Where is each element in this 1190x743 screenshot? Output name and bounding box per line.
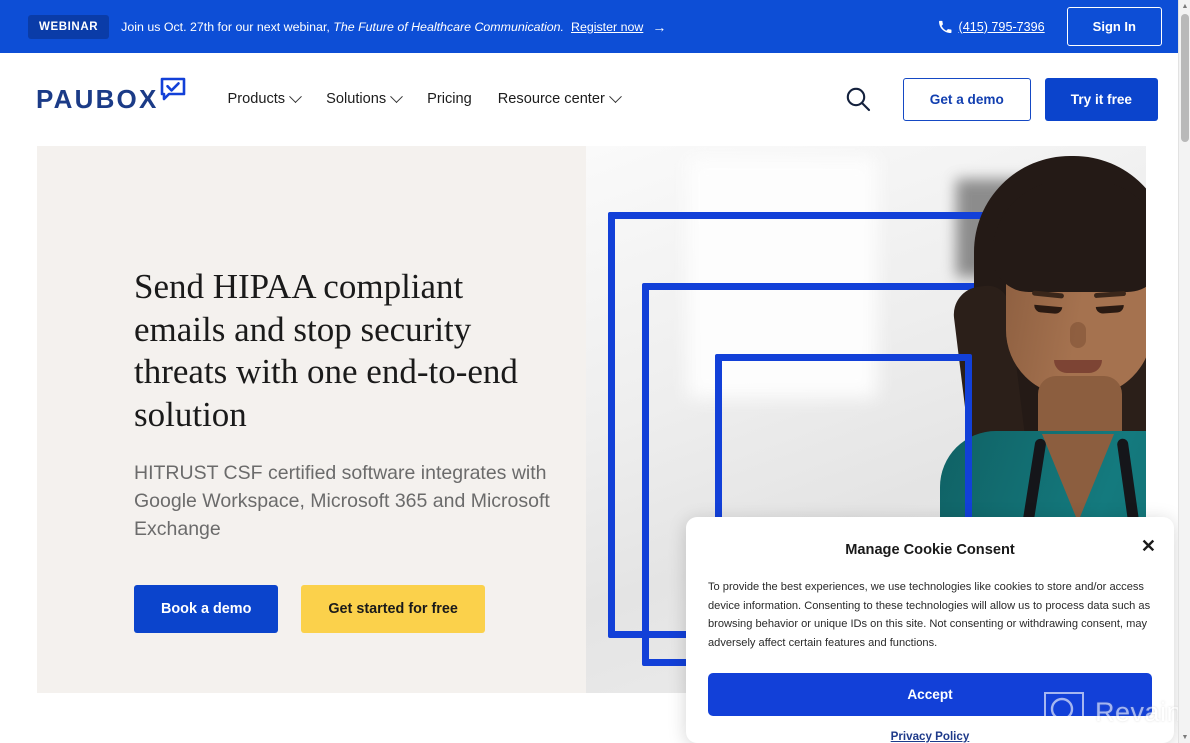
chevron-down-icon	[289, 89, 302, 103]
mouth	[1054, 360, 1102, 373]
accept-cookies-button[interactable]: Accept	[708, 673, 1152, 717]
nav-items: Products Solutions Pricing Resource cent…	[227, 89, 622, 107]
nav-item-label: Solutions	[326, 91, 387, 107]
nav-item-label: Pricing	[427, 91, 472, 107]
search-button[interactable]	[841, 82, 875, 116]
chevron-down-icon	[608, 89, 622, 103]
hero-cta-group: Book a demo Get started for free	[134, 584, 554, 633]
arrow-right-icon: →	[652, 18, 667, 35]
nav-item-products[interactable]: Products	[227, 89, 302, 107]
webinar-message: Join us Oct. 27th for our next webinar, …	[121, 20, 564, 34]
webinar-message-text: Join us Oct. 27th for our next webinar,	[121, 19, 330, 34]
get-a-demo-button[interactable]: Get a demo	[902, 77, 1031, 121]
book-a-demo-button[interactable]: Book a demo	[134, 584, 279, 633]
cookie-dialog-header: Manage Cookie Consent ✕	[708, 535, 1156, 565]
phone-link[interactable]: (415) 795-7396	[938, 20, 1045, 34]
hero-text-block: Send HIPAA compliant emails and stop sec…	[134, 266, 554, 633]
scrollbar-down-arrow[interactable]: ▼	[1179, 731, 1190, 743]
search-icon	[846, 87, 870, 112]
nose	[1070, 322, 1086, 348]
nav-item-solutions[interactable]: Solutions	[326, 89, 404, 107]
webinar-badge: WEBINAR	[28, 14, 110, 39]
phone-icon	[938, 20, 952, 33]
phone-number: (415) 795-7396	[958, 19, 1045, 34]
cookie-dialog-body: To provide the best experiences, we use …	[708, 581, 1151, 649]
privacy-policy-link[interactable]: Privacy Policy	[708, 730, 1152, 743]
page-root: WEBINAR Join us Oct. 27th for our next w…	[0, 0, 1190, 743]
nav-item-pricing[interactable]: Pricing	[427, 91, 472, 107]
sign-in-button[interactable]: Sign In	[1066, 7, 1162, 46]
nav-item-label: Products	[227, 91, 286, 107]
paubox-logo[interactable]: PAUBOX	[36, 77, 186, 114]
close-icon[interactable]: ✕	[1141, 537, 1156, 555]
main-navigation: PAUBOX Products Solutions Pricing Resour…	[0, 53, 1178, 145]
scrollbar-thumb[interactable]	[1181, 14, 1189, 142]
try-it-free-button[interactable]: Try it free	[1044, 77, 1158, 121]
hero-headline: Send HIPAA compliant emails and stop sec…	[134, 267, 518, 435]
logo-wordmark: PAUBOX	[36, 84, 159, 114]
cookie-dialog-title: Manage Cookie Consent	[845, 542, 1015, 558]
cookie-consent-dialog: Manage Cookie Consent ✕ To provide the b…	[686, 517, 1174, 743]
nav-item-resource-center[interactable]: Resource center	[497, 89, 622, 107]
register-now-link[interactable]: Register now	[571, 20, 643, 34]
chevron-down-icon	[390, 89, 404, 103]
speech-bubble-check-icon	[160, 77, 185, 101]
get-started-for-free-button[interactable]: Get started for free	[301, 584, 485, 633]
scrollbar-up-arrow[interactable]: ▲	[1179, 0, 1190, 12]
hero-subheadline: HITRUST CSF certified software integrate…	[134, 461, 550, 541]
page-scrollbar[interactable]: ▲ ▼	[1178, 0, 1190, 743]
webinar-title-italic: The Future of Healthcare Communication.	[333, 19, 564, 34]
webinar-announcement-bar: WEBINAR Join us Oct. 27th for our next w…	[0, 0, 1178, 53]
nav-item-label: Resource center	[497, 91, 605, 107]
